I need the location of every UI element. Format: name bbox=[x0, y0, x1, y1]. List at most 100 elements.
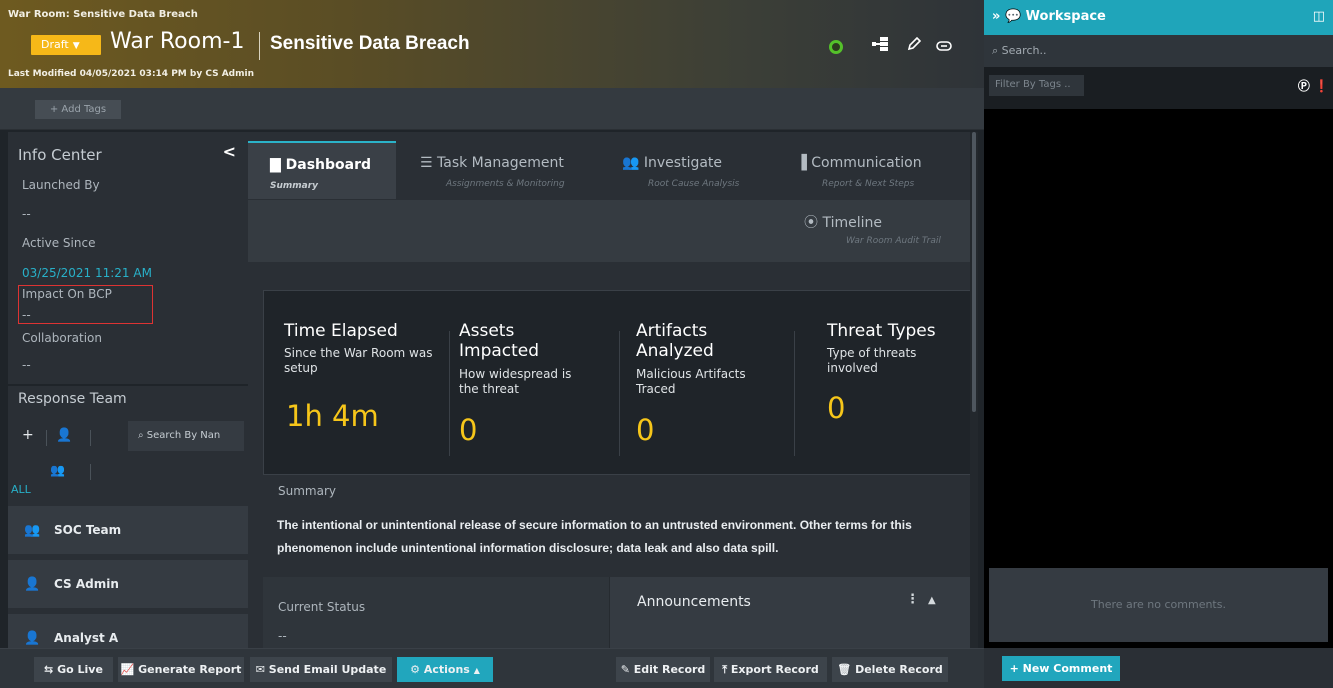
bar-chart-icon: ▇ bbox=[270, 157, 281, 173]
current-status-label: Current Status bbox=[278, 600, 366, 614]
stat-threat-types: Threat Types Type of threats involved 0 bbox=[809, 291, 969, 476]
edit-record-button[interactable]: ✎ Edit Record bbox=[616, 657, 710, 682]
stat-description: Since the War Room was setup bbox=[284, 346, 433, 375]
filter-icons: Ⓟ ❗ bbox=[1298, 77, 1329, 94]
chart-icon: 📈 bbox=[120, 663, 135, 676]
empty-comments-text: There are no comments. bbox=[1091, 598, 1226, 611]
impact-bcp-label: Impact On BCP bbox=[22, 287, 112, 301]
generate-report-button[interactable]: 📈 Generate Report bbox=[118, 657, 244, 682]
users-icon: 👥 bbox=[622, 155, 640, 171]
team-member-item[interactable]: 👥 SOC Team bbox=[8, 506, 248, 554]
collapse-chevron-icon[interactable]: < bbox=[223, 142, 236, 161]
workspace-search-input[interactable]: ⌕ Search.. bbox=[984, 35, 1333, 67]
workspace-panel: » 💬 Workspace ◫ ⌕ Search.. Filter By Tag… bbox=[984, 0, 1333, 688]
workspace-footer: + New Comment bbox=[984, 648, 1333, 688]
help-icon[interactable]: Ⓟ bbox=[1298, 79, 1310, 93]
member-name: SOC Team bbox=[54, 523, 122, 537]
delete-record-button[interactable]: 🗑 Delete Record bbox=[832, 657, 948, 682]
stat-description: Malicious Artifacts Traced bbox=[636, 367, 746, 396]
split-view-icon[interactable]: ◫ bbox=[1313, 9, 1325, 24]
summary-label: Summary bbox=[278, 484, 336, 498]
response-team-title: Response Team bbox=[18, 391, 127, 407]
bar-icon: ▐ bbox=[796, 155, 807, 171]
stat-value: 0 bbox=[459, 413, 478, 447]
export-record-button[interactable]: ⤒ Export Record bbox=[714, 657, 827, 682]
launched-by-value: -- bbox=[22, 207, 31, 221]
go-live-button[interactable]: ⇆ Go Live bbox=[34, 657, 113, 682]
stat-value: 0 bbox=[827, 391, 846, 425]
summary-text: The intentional or unintentional release… bbox=[277, 518, 912, 555]
more-vertical-icon[interactable]: ⋮ bbox=[906, 592, 919, 607]
toolbar-divider bbox=[90, 464, 91, 480]
toolbar-divider bbox=[46, 430, 47, 446]
search-icon: ⌕ bbox=[138, 430, 144, 441]
stat-divider bbox=[794, 331, 795, 456]
tab-title: ▇ Dashboard bbox=[270, 157, 372, 173]
status-dropdown[interactable]: Draft ▼ bbox=[31, 35, 101, 55]
tab-subtitle: Assignments & Monitoring bbox=[446, 179, 565, 189]
send-email-button[interactable]: ✉ Send Email Update bbox=[250, 657, 392, 682]
group-filter-icon[interactable]: 👥 bbox=[50, 463, 65, 477]
stat-assets-impacted: Assets Impacted How widespread is the th… bbox=[454, 291, 614, 476]
main-content: ▇ Dashboard Summary ☰ Task Management As… bbox=[248, 132, 970, 648]
add-tags-button[interactable]: + Add Tags bbox=[35, 100, 121, 119]
workspace-title: » 💬 Workspace bbox=[992, 9, 1106, 24]
tab-title: ⦿ Timeline bbox=[804, 215, 882, 231]
tab-title: ☰ Task Management bbox=[420, 155, 564, 171]
team-member-item[interactable]: 👤 Analyst A bbox=[8, 614, 248, 648]
actions-button[interactable]: ⚙ Actions ▲ bbox=[397, 657, 493, 682]
filter-tags-input[interactable]: Filter By Tags .. bbox=[989, 75, 1084, 96]
tab-task-management[interactable]: ☰ Task Management Assignments & Monitori… bbox=[398, 141, 598, 199]
collaboration-label: Collaboration bbox=[22, 331, 102, 345]
active-since-label: Active Since bbox=[22, 236, 96, 250]
stats-panel: Time Elapsed Since the War Room was setu… bbox=[263, 290, 970, 475]
email-icon: ✉ bbox=[255, 663, 265, 676]
user-icon: 👤 bbox=[24, 577, 41, 592]
go-live-icon: ⇆ bbox=[44, 663, 54, 676]
user-filter-icon[interactable]: 👤 bbox=[56, 428, 72, 443]
collapse-up-icon[interactable]: ▲ bbox=[928, 595, 936, 606]
current-status-value: -- bbox=[278, 629, 287, 643]
main-scrollbar[interactable] bbox=[970, 132, 978, 648]
tab-title: ▐ Communication bbox=[796, 155, 922, 171]
scrollbar-thumb[interactable] bbox=[972, 132, 976, 412]
tab-timeline[interactable]: ⦿ Timeline War Room Audit Trail bbox=[774, 200, 970, 262]
comments-panel: There are no comments. bbox=[989, 568, 1328, 642]
stat-divider bbox=[449, 331, 450, 456]
tab-investigate[interactable]: 👥 Investigate Root Cause Analysis bbox=[600, 141, 768, 199]
stat-title: Threat Types bbox=[827, 321, 936, 341]
stat-title: Time Elapsed bbox=[284, 321, 398, 341]
member-name: Analyst A bbox=[54, 631, 119, 645]
alert-icon[interactable]: ❗ bbox=[1314, 79, 1329, 93]
status-label: Draft bbox=[41, 38, 69, 51]
timeline-icon: ⦿ bbox=[804, 215, 818, 231]
caret-up-icon: ▲ bbox=[473, 666, 480, 675]
member-name: CS Admin bbox=[54, 577, 119, 591]
page-subtitle: Sensitive Data Breach bbox=[270, 33, 470, 54]
bottom-toolbar: ⇆ Go Live 📈 Generate Report ✉ Send Email… bbox=[0, 648, 984, 688]
trash-icon: 🗑 bbox=[837, 663, 852, 676]
live-indicator-icon[interactable] bbox=[829, 40, 843, 54]
last-modified: Last Modified 04/05/2021 03:14 PM by CS … bbox=[8, 69, 254, 79]
user-icon: 👤 bbox=[24, 631, 41, 646]
active-since-value: 03/25/2021 11:21 AM bbox=[22, 266, 152, 280]
tab-communication[interactable]: ▐ Communication Report & Next Steps bbox=[774, 141, 970, 199]
workspace-header: » 💬 Workspace ◫ bbox=[984, 0, 1333, 35]
caret-down-icon: ▼ bbox=[72, 41, 80, 51]
stat-divider bbox=[619, 331, 620, 456]
title-divider bbox=[259, 32, 260, 60]
hierarchy-icon[interactable] bbox=[866, 34, 894, 60]
team-member-item[interactable]: 👤 CS Admin bbox=[8, 560, 248, 608]
tab-title: 👥 Investigate bbox=[622, 155, 723, 171]
add-member-icon[interactable]: + bbox=[22, 427, 34, 443]
tab-dashboard[interactable]: ▇ Dashboard Summary bbox=[248, 141, 396, 199]
team-search-input[interactable]: ⌕ Search By Nan bbox=[128, 421, 244, 451]
new-comment-button[interactable]: + New Comment bbox=[1002, 656, 1120, 681]
double-chevron-icon[interactable]: » bbox=[992, 9, 1000, 24]
link-icon[interactable] bbox=[930, 34, 958, 60]
tab-subtitle: Report & Next Steps bbox=[822, 179, 915, 189]
launched-by-label: Launched By bbox=[22, 178, 100, 192]
pencil-icon[interactable] bbox=[900, 34, 928, 60]
tag-bar: + Add Tags bbox=[0, 88, 984, 130]
all-filter-label[interactable]: ALL bbox=[11, 483, 31, 496]
